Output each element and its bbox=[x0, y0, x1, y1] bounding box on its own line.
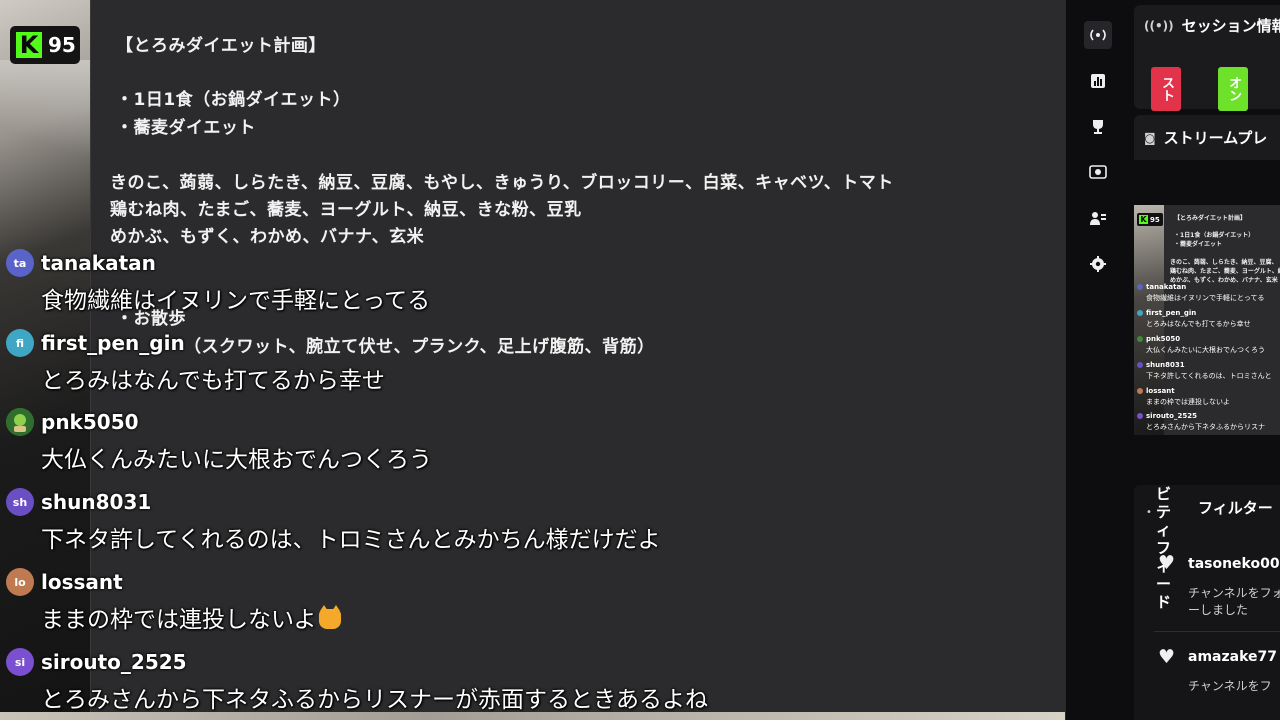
stream-preview-title: ストリームプレ bbox=[1163, 129, 1268, 147]
heart-icon: ♥ bbox=[1158, 552, 1176, 574]
activity-feed-tab[interactable]: ビティフィード bbox=[1156, 485, 1172, 611]
mini-note-line: ・1日1食（お鍋ダイエット） bbox=[1174, 232, 1255, 239]
chat-username: tanakatan bbox=[41, 251, 156, 275]
mini-chat-user: tanakatan bbox=[1136, 283, 1187, 291]
mini-chat-text: 食物繊維はイヌリンで手軽にとってる bbox=[1146, 294, 1265, 302]
chat-username: first_pen_gin bbox=[41, 331, 185, 355]
avatar: si bbox=[6, 648, 34, 676]
stream-key-button[interactable]: スト bbox=[1151, 67, 1181, 111]
note-title: 【とろみダイエット計画】 bbox=[116, 36, 326, 56]
stream-key-label: スト bbox=[1159, 76, 1174, 102]
users-icon[interactable] bbox=[1084, 204, 1112, 232]
avatar-image bbox=[6, 408, 34, 436]
mini-chat-text: ままの枠では連投しないよ bbox=[1146, 398, 1230, 406]
stream-preview-icon: ◙ bbox=[1144, 130, 1156, 145]
mini-chat-user: shun8031 bbox=[1137, 361, 1185, 369]
avatar: fi bbox=[6, 329, 34, 357]
avatar: lo bbox=[6, 568, 34, 596]
cat-emoji-icon bbox=[318, 605, 341, 629]
mini-note-line: 【とろみダイエット計画】 bbox=[1174, 215, 1246, 222]
note-line: ・1日1食（お鍋ダイエット） bbox=[116, 90, 351, 110]
session-info-header: ((•)) セッション情報 bbox=[1144, 15, 1280, 36]
bullet-icon: • bbox=[1146, 507, 1152, 518]
avatar: ta bbox=[6, 249, 34, 277]
viewer-badge: K 95 bbox=[10, 26, 80, 64]
kick-logo-icon: K bbox=[16, 32, 42, 58]
trophy-icon[interactable] bbox=[1084, 113, 1112, 141]
mini-chat-user: lossant bbox=[1137, 387, 1175, 395]
mini-chat-user: pnk5050 bbox=[1136, 335, 1181, 343]
chat-text: 大仏くんみたいに大根おでんつくろう bbox=[41, 447, 432, 473]
feed-description: チャンネルをフ bbox=[1188, 679, 1272, 693]
stream-preview-panel: ◙ ストリームプレ bbox=[1134, 115, 1280, 160]
mini-chat-user: first_pen_gin bbox=[1136, 309, 1197, 317]
broadcast-icon: ((•)) bbox=[1144, 18, 1174, 33]
feed-description: チャンネルをフォローしました bbox=[1188, 586, 1280, 617]
mini-chat-text: 下ネタ許してくれるのは、トロミさんと bbox=[1146, 372, 1272, 380]
dashboard-side-panels: ((•)) セッション情報 スト オン ◙ ストリームプレ K 95 【とろみダイ… bbox=[1130, 0, 1280, 720]
chat-username: pnk5050 bbox=[41, 410, 139, 434]
chat-text: ままの枠では連投しないよ bbox=[41, 600, 341, 634]
divider bbox=[1154, 631, 1280, 632]
note-line: （スクワット、腕立て伏せ、プランク、足上げ腹筋、背筋） bbox=[184, 337, 655, 357]
stats-icon[interactable] bbox=[1084, 67, 1112, 95]
stream-preview-icon[interactable] bbox=[1084, 158, 1112, 186]
chat-username: sirouto_2525 bbox=[41, 650, 187, 674]
session-info-title: セッション情報 bbox=[1181, 17, 1280, 35]
mini-note-line: ・蕎麦ダイエット bbox=[1174, 241, 1222, 248]
chat-username: lossant bbox=[41, 570, 123, 594]
chat-text-content: ままの枠では連投しないよ bbox=[41, 607, 317, 633]
stream-preview-header: ◙ ストリームプレ bbox=[1144, 127, 1267, 148]
activity-feed-panel: ビティフィード • フィルター ♥ tasoneko00 チャンネルをフォローし… bbox=[1134, 485, 1280, 720]
stream-video: 【とろみダイエット計画】 ・1日1食（お鍋ダイエット） ・蕎麦ダイエット きのこ… bbox=[0, 0, 1065, 720]
avatar: sh bbox=[6, 488, 34, 516]
feed-username[interactable]: amazake77 bbox=[1188, 649, 1277, 665]
mini-viewer-count: 95 bbox=[1150, 215, 1160, 224]
feed-username[interactable]: tasoneko00 bbox=[1188, 556, 1280, 572]
heart-icon: ♥ bbox=[1158, 646, 1176, 668]
settings-icon[interactable] bbox=[1084, 250, 1112, 278]
chat-text: とろみはなんでも打てるから幸せ bbox=[41, 368, 385, 394]
viewer-count: 95 bbox=[48, 33, 76, 57]
mini-note-line: 鶏むね肉、たまご、蕎麦、ヨーグルト、納豆、 bbox=[1170, 268, 1280, 275]
filter-button[interactable]: フィルター bbox=[1198, 497, 1273, 518]
online-status-label: オン bbox=[1226, 76, 1241, 102]
mini-chat-text: とろみはなんでも打てるから幸せ bbox=[1146, 320, 1251, 328]
note-line: めかぶ、もずく、わかめ、バナナ、玄米 bbox=[110, 227, 425, 247]
chat-text: 下ネタ許してくれるのは、トロミさんとみかちん様だけだよ bbox=[41, 527, 661, 553]
note-line: ・蕎麦ダイエット bbox=[116, 118, 256, 138]
online-status-button[interactable]: オン bbox=[1218, 67, 1248, 111]
mini-chat-text: 大仏くんみたいに大根おでんつくろう bbox=[1146, 346, 1265, 354]
chat-text: とろみさんから下ネタふるからリスナーが赤面するときあるよね bbox=[41, 687, 708, 713]
note-line: きのこ、蒟蒻、しらたき、納豆、豆腐、もやし、きゅうり、ブロッコリー、白菜、キャベ… bbox=[110, 173, 894, 193]
mini-note-line: きのこ、蒟蒻、しらたき、納豆、豆腐、 bbox=[1170, 259, 1278, 266]
mini-chat-text: とろみさんから下ネタふるからリスナ bbox=[1146, 423, 1265, 431]
note-line: 鶏むね肉、たまご、蕎麦、ヨーグルト、納豆、きな粉、豆乳 bbox=[110, 200, 582, 220]
dashboard-icon-rail bbox=[1065, 0, 1130, 720]
chat-username: shun8031 bbox=[41, 490, 152, 514]
broadcast-icon[interactable] bbox=[1084, 21, 1112, 49]
mini-chat-user: sirouto_2525 bbox=[1137, 412, 1197, 420]
session-info-panel: ((•)) セッション情報 スト オン bbox=[1134, 5, 1280, 111]
chat-text: 食物繊維はイヌリンで手軽にとってる bbox=[41, 288, 431, 314]
mini-kick-logo-icon: K bbox=[1139, 215, 1148, 224]
stream-preview-thumbnail[interactable]: K 95 【とろみダイエット計画】 ・1日1食（お鍋ダイエット） ・蕎麦ダイエット… bbox=[1134, 205, 1280, 435]
mini-viewer-badge: K 95 bbox=[1137, 213, 1163, 226]
